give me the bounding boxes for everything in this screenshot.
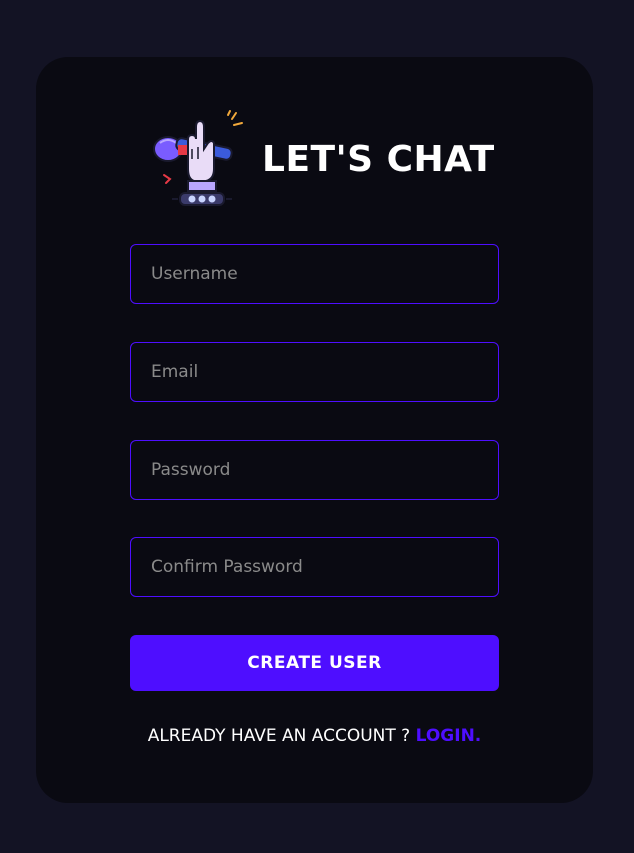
- password-input[interactable]: [130, 440, 499, 500]
- login-prompt: ALREADY HAVE AN ACCOUNT ? LOGIN.: [130, 726, 499, 746]
- create-user-button[interactable]: CREATE USER: [130, 635, 499, 691]
- microphone-hand-icon: [153, 110, 243, 206]
- confirm-password-input[interactable]: [130, 537, 499, 597]
- email-input[interactable]: [130, 342, 499, 402]
- brand-title: LET'S CHAT: [262, 138, 495, 180]
- brand: LET'S CHAT: [150, 109, 495, 209]
- username-input[interactable]: [130, 244, 499, 304]
- login-prompt-text: ALREADY HAVE AN ACCOUNT ?: [147, 726, 416, 746]
- register-card: LET'S CHAT CREATE USER ALREADY HAVE AN A…: [36, 57, 593, 803]
- login-link[interactable]: LOGIN.: [416, 726, 482, 746]
